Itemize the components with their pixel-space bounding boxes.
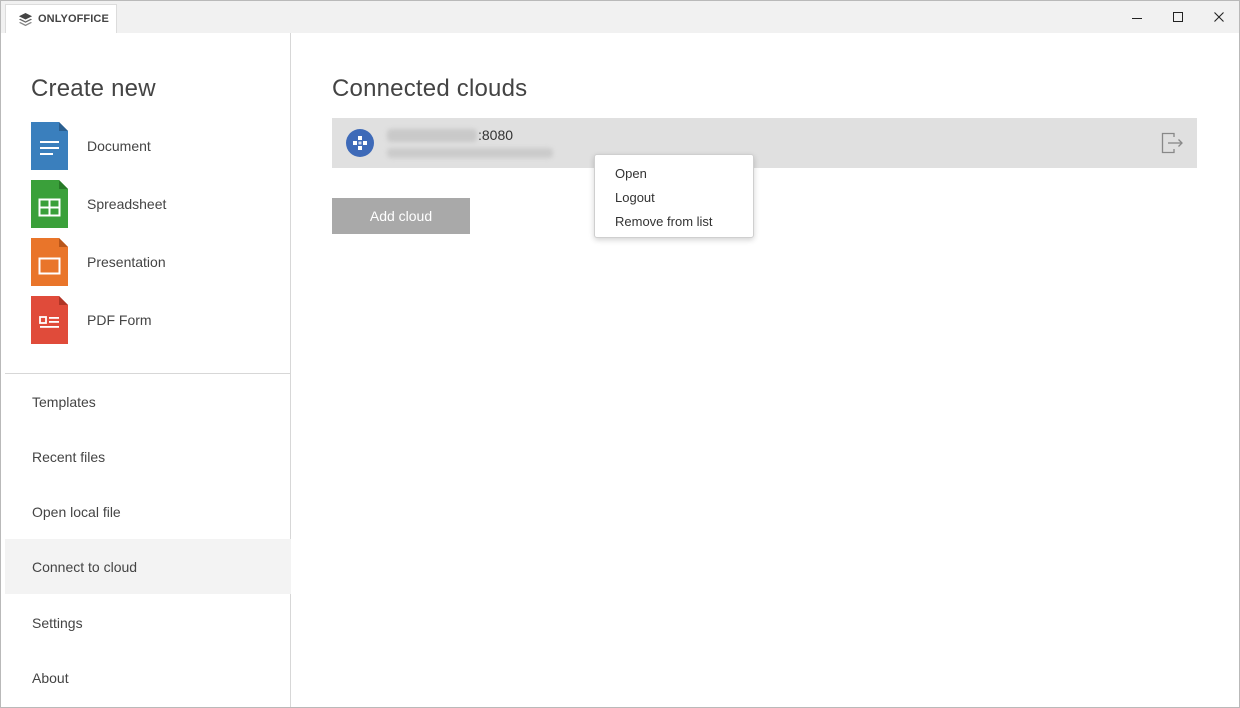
nav-settings[interactable]: Settings bbox=[5, 595, 291, 650]
create-presentation-label: Presentation bbox=[87, 254, 166, 270]
cloud-host-blurred bbox=[387, 128, 477, 142]
add-cloud-button[interactable]: Add cloud bbox=[332, 198, 470, 234]
title-bar: ONLYOFFICE bbox=[1, 1, 1239, 33]
app-window: ONLYOFFICE Create new Document Spreadshe… bbox=[0, 0, 1240, 708]
nav-open-local-file[interactable]: Open local file bbox=[5, 484, 291, 539]
spreadsheet-icon bbox=[31, 180, 68, 228]
nav-recent-files[interactable]: Recent files bbox=[5, 429, 291, 484]
maximize-button[interactable] bbox=[1157, 1, 1198, 33]
nav-connect-to-cloud[interactable]: Connect to cloud bbox=[5, 539, 291, 594]
close-icon bbox=[1213, 12, 1224, 22]
minimize-icon bbox=[1131, 18, 1142, 19]
app-tab[interactable]: ONLYOFFICE bbox=[5, 4, 117, 33]
create-pdf-form-label: PDF Form bbox=[87, 312, 152, 328]
onlyoffice-logo-icon bbox=[18, 12, 33, 26]
main-panel: Connected clouds :8080 Add cloud bbox=[292, 33, 1239, 707]
logout-icon[interactable] bbox=[1159, 130, 1185, 156]
create-pdf-form-button[interactable]: PDF Form bbox=[31, 296, 271, 344]
context-menu-open[interactable]: Open bbox=[595, 161, 753, 185]
cloud-provider-icon bbox=[353, 136, 367, 150]
create-document-label: Document bbox=[87, 138, 151, 154]
connected-cloud-item[interactable]: :8080 bbox=[332, 118, 1197, 168]
window-controls bbox=[1116, 1, 1239, 33]
create-presentation-button[interactable]: Presentation bbox=[31, 238, 271, 286]
cloud-user-blurred bbox=[387, 148, 553, 158]
document-icon bbox=[31, 122, 68, 170]
nav-about[interactable]: About bbox=[5, 650, 291, 705]
nav-templates[interactable]: Templates bbox=[5, 374, 291, 429]
pdf-form-icon bbox=[31, 296, 68, 344]
context-menu: Open Logout Remove from list bbox=[594, 154, 754, 238]
maximize-icon bbox=[1172, 12, 1183, 22]
sidebar: Create new Document Spreadsheet Presenta… bbox=[1, 33, 291, 707]
cloud-address: :8080 bbox=[387, 127, 513, 143]
minimize-button[interactable] bbox=[1116, 1, 1157, 33]
create-document-button[interactable]: Document bbox=[31, 122, 271, 170]
context-menu-remove-from-list[interactable]: Remove from list bbox=[595, 209, 753, 233]
app-brand: ONLYOFFICE bbox=[38, 13, 109, 25]
create-new-title: Create new bbox=[31, 75, 156, 102]
page-title: Connected clouds bbox=[332, 75, 528, 102]
create-spreadsheet-label: Spreadsheet bbox=[87, 196, 167, 212]
cloud-avatar bbox=[346, 129, 374, 157]
close-button[interactable] bbox=[1198, 1, 1239, 33]
presentation-icon bbox=[31, 238, 68, 286]
context-menu-logout[interactable]: Logout bbox=[595, 185, 753, 209]
cloud-port: :8080 bbox=[478, 127, 514, 143]
create-spreadsheet-button[interactable]: Spreadsheet bbox=[31, 180, 271, 228]
